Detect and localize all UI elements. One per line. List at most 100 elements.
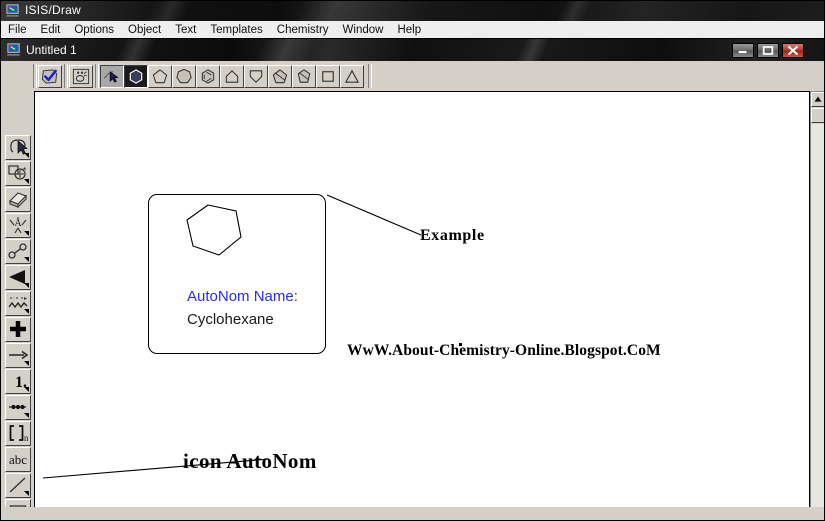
tool-line[interactable]: [5, 473, 31, 498]
svg-text:abc: abc: [9, 452, 27, 467]
watermark-blog-url: WwW.About-Chemistry-Online.Blogspot.CoM: [347, 342, 661, 359]
autonom-name-label: AutoNom Name:: [187, 288, 298, 305]
leader-line-icon-autonom: [42, 458, 270, 479]
heptagon-ring-icon: [176, 68, 192, 84]
scroll-up-arrow-icon: [814, 96, 822, 102]
scroll-up-button[interactable]: [811, 92, 825, 107]
benzene-ring-icon: [201, 69, 215, 84]
document-title-text: Untitled 1: [26, 43, 77, 57]
flyout-arrow-icon: [24, 231, 29, 236]
flyout-arrow-icon: [24, 179, 29, 184]
autonom-name-value: Cyclohexane: [187, 311, 274, 328]
diamond-bond-button[interactable]: [292, 65, 316, 88]
tool-atom-label[interactable]: A: [5, 213, 31, 238]
status-strip: [0, 507, 825, 521]
toolbar-separator: [64, 64, 68, 88]
flyout-arrow-icon: [24, 153, 29, 158]
annotation-icon-autonom: icon AutoNom: [183, 449, 317, 473]
select-arrow-button[interactable]: [100, 65, 124, 88]
tool-chain-zigzag[interactable]: [5, 291, 31, 316]
hexagon-ring-button[interactable]: [124, 65, 148, 88]
shield-down-button[interactable]: [244, 65, 268, 88]
close-button[interactable]: [782, 43, 804, 58]
toolbar-separator: [33, 64, 37, 88]
title-gloss-streak: [546, 0, 600, 21]
title-gloss-streak: [137, 0, 197, 21]
pentagon-bond-icon: [272, 69, 288, 84]
triangle-icon: [344, 69, 360, 83]
tool-text[interactable]: abc: [5, 447, 31, 472]
flyout-arrow-icon: [24, 387, 29, 392]
isisdraw-application-window: ISIS/Draw File Edit Options Object Text …: [0, 0, 825, 521]
minimize-button[interactable]: [732, 43, 754, 58]
doc-title-gloss-streak: [507, 39, 557, 61]
menu-window[interactable]: Window: [336, 21, 391, 37]
tool-bond-draw[interactable]: [5, 239, 31, 264]
toolbar-separator: [95, 64, 99, 88]
pentagon-ring-button[interactable]: [148, 65, 172, 88]
document-title-bar: Untitled 1: [0, 39, 825, 61]
menu-chemistry[interactable]: Chemistry: [270, 21, 336, 37]
application-title-bar: ISIS/Draw: [0, 0, 825, 21]
diamond-bond-icon: [297, 69, 311, 83]
house-shape-icon: [225, 70, 239, 83]
toolbar-separator: [368, 64, 372, 88]
menu-options[interactable]: Options: [67, 21, 121, 37]
eraser-icon: [9, 192, 27, 209]
shield-down-icon: [249, 70, 263, 83]
doc-title-gloss-streak: [107, 39, 163, 61]
maximize-button[interactable]: [757, 43, 779, 58]
menu-bar: File Edit Options Object Text Templates …: [0, 21, 825, 39]
heptagon-ring-button[interactable]: [172, 65, 196, 88]
menu-file[interactable]: File: [0, 21, 34, 37]
check-structure-button[interactable]: [38, 65, 62, 88]
molecule-properties-icon: [72, 68, 90, 85]
flyout-arrow-icon: [24, 491, 29, 496]
menu-edit[interactable]: Edit: [34, 21, 68, 37]
title-gloss-streak: [288, 0, 372, 21]
application-title-text: ISIS/Draw: [25, 3, 81, 17]
square-icon: [322, 71, 334, 82]
ring-templates-toolbar: [0, 61, 825, 92]
abc-text-icon: abc: [9, 452, 27, 467]
tool-reaction-arrow[interactable]: [5, 343, 31, 368]
isisdraw-doc-icon: [6, 42, 21, 57]
tool-rotate-object[interactable]: [5, 161, 31, 186]
flyout-arrow-icon: [24, 257, 29, 262]
vertical-scrollbar[interactable]: [810, 92, 825, 521]
pentagon-ring-icon: [152, 69, 168, 84]
tool-eraser[interactable]: [5, 187, 31, 212]
house-shape-button[interactable]: [220, 65, 244, 88]
select-arrow-icon: [103, 71, 119, 83]
svg-text:n: n: [24, 433, 29, 443]
tool-lasso-select[interactable]: [5, 135, 31, 160]
flyout-arrow-icon: [24, 283, 29, 288]
close-icon: [788, 45, 798, 56]
square-ring-button[interactable]: [316, 65, 340, 88]
tool-dots[interactable]: [5, 395, 31, 420]
doc-title-gloss-streak: [248, 39, 322, 61]
minimize-icon: [738, 50, 747, 54]
hexagon-ring-icon: [129, 69, 143, 84]
flyout-arrow-icon: [24, 309, 29, 314]
tool-plus-charge[interactable]: [5, 317, 31, 342]
bracket-n-icon: n: [9, 425, 29, 443]
menu-text[interactable]: Text: [168, 21, 203, 37]
drawing-canvas[interactable]: AutoNom Name: Cyclohexane Example WwW.Ab…: [35, 92, 809, 521]
molecule-properties-button[interactable]: [69, 65, 93, 88]
menu-templates[interactable]: Templates: [203, 21, 269, 37]
menu-help[interactable]: Help: [390, 21, 428, 37]
flyout-arrow-icon: [24, 361, 29, 366]
scrollbar-track[interactable]: [811, 124, 825, 521]
pentagon-bond-button[interactable]: [268, 65, 292, 88]
plus-charge-icon: [10, 321, 26, 337]
tool-atom-numbering[interactable]: 1.: [5, 369, 31, 394]
tool-bracket[interactable]: n: [5, 421, 31, 446]
triangle-ring-button[interactable]: [340, 65, 364, 88]
tool-wedge-bond[interactable]: [5, 265, 31, 290]
scrollbar-thumb[interactable]: [811, 108, 825, 123]
annotation-example: Example: [420, 227, 485, 244]
check-structure-icon: [41, 69, 58, 84]
menu-object[interactable]: Object: [121, 21, 168, 37]
benzene-ring-button[interactable]: [196, 65, 220, 88]
